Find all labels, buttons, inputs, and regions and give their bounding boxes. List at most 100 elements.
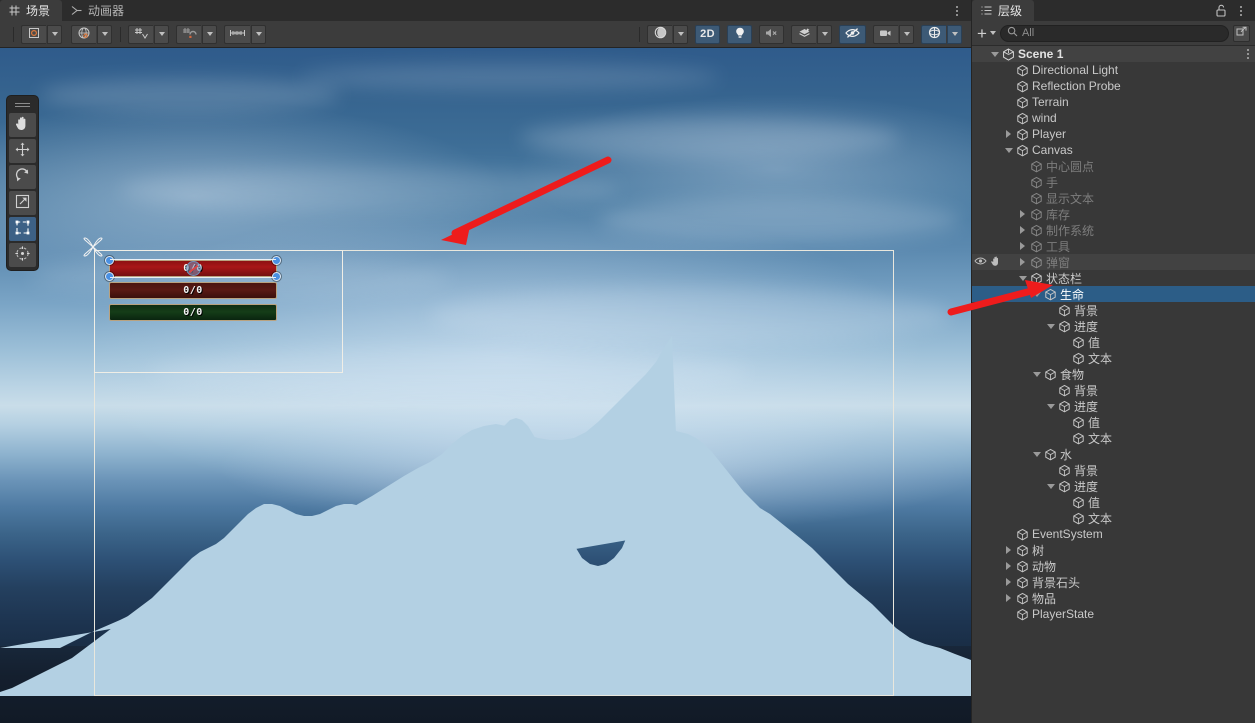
rect-tool[interactable] [9, 217, 36, 241]
add-object-button[interactable]: + [977, 25, 996, 42]
hierarchy-row[interactable]: EventSystem [972, 526, 1255, 542]
hierarchy-row[interactable]: 背景石头 [972, 574, 1255, 590]
search-input[interactable]: All [999, 24, 1229, 42]
hierarchy-row[interactable]: 动物 [972, 558, 1255, 574]
hierarchy-row[interactable]: 物品 [972, 590, 1255, 606]
hierarchy-row[interactable]: Terrain [972, 94, 1255, 110]
row-twisty[interactable] [1002, 546, 1015, 554]
row-twisty[interactable] [1044, 403, 1057, 409]
pivot-dropdown[interactable] [47, 24, 62, 44]
row-twisty[interactable] [1016, 275, 1029, 281]
tab-hierarchy[interactable]: 层级 [972, 0, 1035, 21]
hierarchy-row[interactable]: 显示文本 [972, 190, 1255, 206]
2d-toggle[interactable]: 2D [695, 24, 720, 44]
hidden-objects-toggle[interactable] [839, 24, 866, 44]
row-twisty[interactable] [1016, 226, 1029, 234]
draw-mode-dropdown[interactable] [647, 24, 689, 44]
scene-row-menu[interactable] [1247, 47, 1249, 61]
effects-toggle[interactable] [791, 24, 833, 44]
hierarchy-row[interactable]: 弹窗 [972, 254, 1255, 270]
row-twisty[interactable] [1044, 323, 1057, 329]
grid-visibility-toggle[interactable] [176, 24, 218, 44]
handle-space-toggle[interactable] [71, 24, 113, 44]
hierarchy-row[interactable]: 手 [972, 174, 1255, 190]
hierarchy-row[interactable]: Reflection Probe [972, 78, 1255, 94]
hierarchy-row[interactable]: 制作系统 [972, 222, 1255, 238]
row-twisty[interactable] [1030, 291, 1043, 297]
row-visibility-toggles[interactable] [974, 254, 1002, 270]
food-bar[interactable]: 0/0 [109, 282, 277, 299]
hierarchy-row[interactable]: Directional Light [972, 62, 1255, 78]
row-twisty[interactable] [1016, 258, 1029, 266]
rect-pivot-icon[interactable] [185, 261, 201, 276]
hierarchy-row[interactable]: 树 [972, 542, 1255, 558]
row-twisty[interactable] [1016, 210, 1029, 218]
hierarchy-menu-button[interactable] [1235, 3, 1247, 18]
hierarchy-row[interactable]: wind [972, 110, 1255, 126]
hand-pick-icon[interactable] [990, 255, 1002, 270]
hierarchy-row[interactable]: Canvas [972, 142, 1255, 158]
hierarchy-row[interactable]: 生命 [972, 286, 1255, 302]
grid-snap-dropdown[interactable] [154, 24, 169, 44]
scene-viewport[interactable]: 0/0 0/0 0/0 [0, 48, 971, 723]
pivot-toggle[interactable] [21, 24, 63, 44]
hierarchy-row[interactable]: 背景 [972, 382, 1255, 398]
gizmos-dropdown[interactable] [947, 24, 962, 44]
scene-twisty[interactable] [988, 51, 1001, 57]
hierarchy-row[interactable]: 文本 [972, 350, 1255, 366]
hierarchy-row[interactable]: 进度 [972, 318, 1255, 334]
hierarchy-lock-button[interactable] [1215, 4, 1227, 20]
hierarchy-row[interactable]: 文本 [972, 510, 1255, 526]
move-tool[interactable] [9, 139, 36, 163]
grid-snap-toggle[interactable] [128, 24, 170, 44]
lighting-toggle[interactable] [727, 24, 752, 44]
row-twisty[interactable] [1002, 578, 1015, 586]
scene-menu-button[interactable] [951, 3, 963, 18]
hierarchy-row[interactable]: 进度 [972, 398, 1255, 414]
hierarchy-row[interactable]: 值 [972, 414, 1255, 430]
camera-dropdown[interactable] [899, 24, 914, 44]
row-twisty[interactable] [1002, 562, 1015, 570]
hierarchy-row[interactable]: 进度 [972, 478, 1255, 494]
hand-tool[interactable] [9, 113, 36, 137]
hierarchy-row[interactable]: 文本 [972, 430, 1255, 446]
hierarchy-row[interactable]: Player [972, 126, 1255, 142]
hierarchy-row[interactable]: 库存 [972, 206, 1255, 222]
hierarchy-row[interactable]: 值 [972, 334, 1255, 350]
tab-animator[interactable]: 动画器 [62, 0, 136, 21]
hierarchy-row[interactable]: 背景 [972, 462, 1255, 478]
row-twisty[interactable] [1002, 594, 1015, 602]
handle-space-dropdown[interactable] [97, 24, 112, 44]
draw-mode-caret[interactable] [673, 24, 688, 44]
row-twisty[interactable] [1030, 371, 1043, 377]
hierarchy-row[interactable]: 食物 [972, 366, 1255, 382]
hierarchy-row[interactable]: 状态栏 [972, 270, 1255, 286]
row-twisty[interactable] [1030, 451, 1043, 457]
hierarchy-row[interactable]: PlayerState [972, 606, 1255, 622]
ruler-dropdown[interactable] [251, 24, 266, 44]
camera-settings[interactable] [873, 24, 915, 44]
tab-scene[interactable]: 场景 [0, 0, 63, 21]
rect-handle-tl[interactable] [105, 256, 114, 265]
audio-toggle[interactable] [759, 24, 784, 44]
rect-handle-tr[interactable] [272, 256, 281, 265]
pivot-gizmo-icon[interactable] [82, 236, 104, 258]
water-bar[interactable]: 0/0 [109, 304, 277, 321]
ruler-toggle[interactable] [224, 24, 267, 44]
tool-palette-grip[interactable] [15, 101, 30, 108]
popout-window-button[interactable] [1233, 24, 1250, 42]
scale-tool[interactable] [9, 191, 36, 215]
hierarchy-row[interactable]: 背景 [972, 302, 1255, 318]
transform-tool[interactable] [9, 243, 36, 267]
hierarchy-tree[interactable]: Scene 1 Directional Light Reflection Prob… [972, 46, 1255, 723]
hierarchy-row[interactable]: 水 [972, 446, 1255, 462]
hierarchy-scene-row[interactable]: Scene 1 [972, 46, 1255, 62]
hierarchy-row[interactable]: 工具 [972, 238, 1255, 254]
row-twisty[interactable] [1002, 147, 1015, 153]
hierarchy-row[interactable]: 值 [972, 494, 1255, 510]
hierarchy-row[interactable]: 中心圆点 [972, 158, 1255, 174]
row-twisty[interactable] [1044, 483, 1057, 489]
effects-dropdown[interactable] [817, 24, 832, 44]
row-twisty[interactable] [1016, 242, 1029, 250]
row-twisty[interactable] [1002, 130, 1015, 138]
